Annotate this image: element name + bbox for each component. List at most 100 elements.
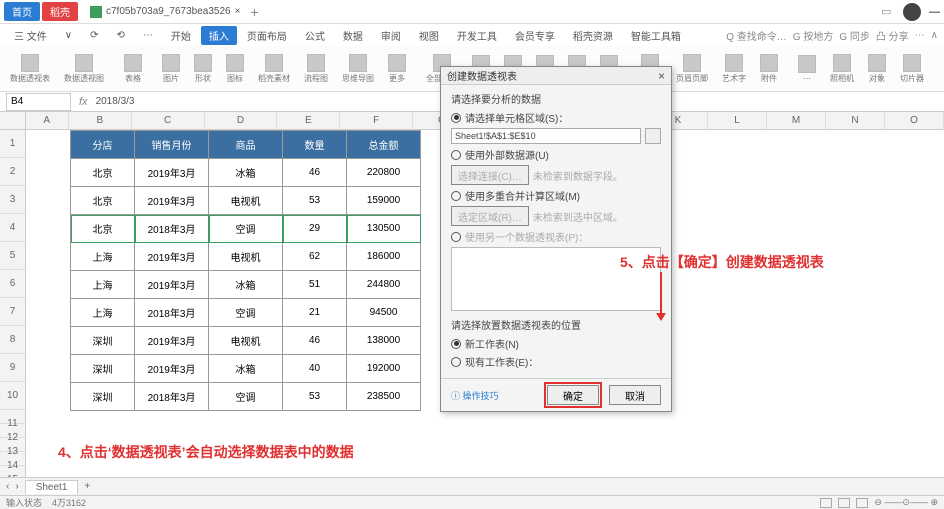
ribbon-button[interactable]: 艺术字	[718, 54, 750, 84]
sheet-tab[interactable]: Sheet1	[25, 480, 79, 494]
menu-item[interactable]: 开发工具	[449, 26, 505, 45]
radio-select-range[interactable]	[451, 113, 461, 123]
fx-icon[interactable]: fx	[79, 96, 88, 108]
view-normal-icon[interactable]	[820, 498, 832, 508]
help-link[interactable]: ⓘ 操作技巧	[441, 383, 509, 408]
zoom-slider[interactable]: ⊖ ——⊙—— ⊕	[874, 497, 938, 508]
file-tab[interactable]: c7f05b703a9_7673bea3526 ×	[90, 6, 240, 18]
table-row[interactable]: 上海2018年3月空调2194500	[71, 299, 421, 327]
table-cell[interactable]: 上海	[71, 271, 135, 299]
ribbon-button[interactable]: 图标	[222, 54, 248, 84]
table-cell[interactable]: 北京	[71, 159, 135, 187]
radio-multi-consolidate[interactable]	[451, 191, 461, 201]
table-cell[interactable]: 62	[283, 243, 347, 271]
table-cell[interactable]: 电视机	[209, 327, 283, 355]
ribbon-button[interactable]: ⋯	[794, 55, 820, 83]
table-cell[interactable]: 上海	[71, 243, 135, 271]
menu-right-item[interactable]: ⋯	[915, 30, 925, 41]
table-cell[interactable]: 46	[283, 159, 347, 187]
data-table[interactable]: 分店销售月份商品数量总金额 北京2019年3月冰箱46220800北京2019年…	[70, 130, 421, 411]
row-header[interactable]: 5	[0, 242, 25, 270]
row-header[interactable]: 3	[0, 186, 25, 214]
table-header[interactable]: 销售月份	[135, 131, 209, 159]
table-cell[interactable]: 238500	[347, 383, 421, 411]
ribbon-button[interactable]: 窗体	[940, 54, 944, 84]
ribbon-button[interactable]: 照相机	[826, 54, 858, 84]
table-cell[interactable]: 电视机	[209, 243, 283, 271]
table-cell[interactable]: 2018年3月	[135, 299, 209, 327]
table-cell[interactable]: 40	[283, 355, 347, 383]
close-file-icon[interactable]: ×	[235, 6, 241, 17]
table-header[interactable]: 数量	[283, 131, 347, 159]
ribbon-button[interactable]: 稻壳素材	[254, 54, 294, 84]
table-row[interactable]: 上海2019年3月电视机62186000	[71, 243, 421, 271]
table-cell[interactable]: 冰箱	[209, 271, 283, 299]
table-cell[interactable]: 电视机	[209, 187, 283, 215]
menu-item[interactable]: ⋯	[135, 28, 161, 43]
menu-item[interactable]: 三 文件	[6, 26, 55, 45]
row-header[interactable]: 9	[0, 354, 25, 382]
menu-item[interactable]: 智能工具箱	[623, 26, 689, 45]
table-cell[interactable]: 2019年3月	[135, 271, 209, 299]
menu-item[interactable]: 审阅	[373, 26, 409, 45]
table-cell[interactable]: 2019年3月	[135, 159, 209, 187]
row-header[interactable]: 2	[0, 158, 25, 186]
row-header[interactable]: 6	[0, 270, 25, 298]
table-row[interactable]: 北京2019年3月冰箱46220800	[71, 159, 421, 187]
ribbon-button[interactable]: 切片器	[896, 54, 928, 84]
column-header[interactable]: M	[767, 112, 826, 129]
table-row[interactable]: 深圳2019年3月电视机46138000	[71, 327, 421, 355]
table-cell[interactable]: 244800	[347, 271, 421, 299]
column-header[interactable]: B	[69, 112, 132, 129]
table-header[interactable]: 分店	[71, 131, 135, 159]
view-page-icon[interactable]	[838, 498, 850, 508]
table-row[interactable]: 上海2019年3月冰箱51244800	[71, 271, 421, 299]
menu-item[interactable]: ⟳	[82, 28, 106, 43]
table-cell[interactable]: 2018年3月	[135, 215, 209, 243]
home-tab[interactable]: 首页	[4, 2, 40, 21]
row-header[interactable]: 11	[0, 410, 25, 424]
row-header[interactable]: 13	[0, 438, 25, 452]
table-header[interactable]: 商品	[209, 131, 283, 159]
table-cell[interactable]: 2019年3月	[135, 355, 209, 383]
table-cell[interactable]: 192000	[347, 355, 421, 383]
column-header[interactable]: O	[885, 112, 944, 129]
row-header[interactable]: 10	[0, 382, 25, 410]
table-cell[interactable]: 2019年3月	[135, 327, 209, 355]
cancel-button[interactable]: 取消	[609, 385, 661, 405]
table-cell[interactable]: 北京	[71, 187, 135, 215]
menu-item[interactable]: 会员专享	[507, 26, 563, 45]
menu-item[interactable]: ⟲	[109, 28, 133, 43]
table-cell[interactable]: 空调	[209, 299, 283, 327]
menu-item[interactable]: 公式	[297, 26, 333, 45]
range-input[interactable]: Sheet1!$A$1:$E$10	[451, 128, 641, 144]
table-cell[interactable]: 深圳	[71, 383, 135, 411]
table-row[interactable]: 北京2018年3月空调29130500	[71, 215, 421, 243]
ribbon-button[interactable]: 对象	[864, 54, 890, 84]
ok-button[interactable]: 确定	[547, 385, 599, 405]
row-header[interactable]: 8	[0, 326, 25, 354]
ribbon-button[interactable]: 更多	[384, 54, 410, 84]
table-cell[interactable]: 2018年3月	[135, 383, 209, 411]
column-header[interactable]: F	[340, 112, 413, 129]
table-cell[interactable]: 冰箱	[209, 355, 283, 383]
menu-right-item[interactable]: 凸 分享	[876, 28, 909, 43]
formula-value[interactable]: 2018/3/3	[96, 96, 135, 107]
table-header[interactable]: 总金额	[347, 131, 421, 159]
menu-item[interactable]: 稻壳资源	[565, 26, 621, 45]
table-cell[interactable]: 深圳	[71, 355, 135, 383]
table-cell[interactable]: 2019年3月	[135, 187, 209, 215]
table-cell[interactable]: 上海	[71, 299, 135, 327]
column-header[interactable]: N	[826, 112, 885, 129]
menu-item[interactable]: 开始	[163, 26, 199, 45]
docer-tab[interactable]: 稻壳	[42, 2, 78, 21]
table-cell[interactable]: 北京	[71, 215, 135, 243]
row-header[interactable]: 4	[0, 214, 25, 242]
menu-item[interactable]: 页面布局	[239, 26, 295, 45]
table-cell[interactable]: 21	[283, 299, 347, 327]
table-cell[interactable]: 220800	[347, 159, 421, 187]
column-header[interactable]: D	[205, 112, 278, 129]
menu-item[interactable]: 数据	[335, 26, 371, 45]
minimize-icon[interactable]: —	[929, 6, 940, 18]
menu-item[interactable]: 插入	[201, 26, 237, 45]
